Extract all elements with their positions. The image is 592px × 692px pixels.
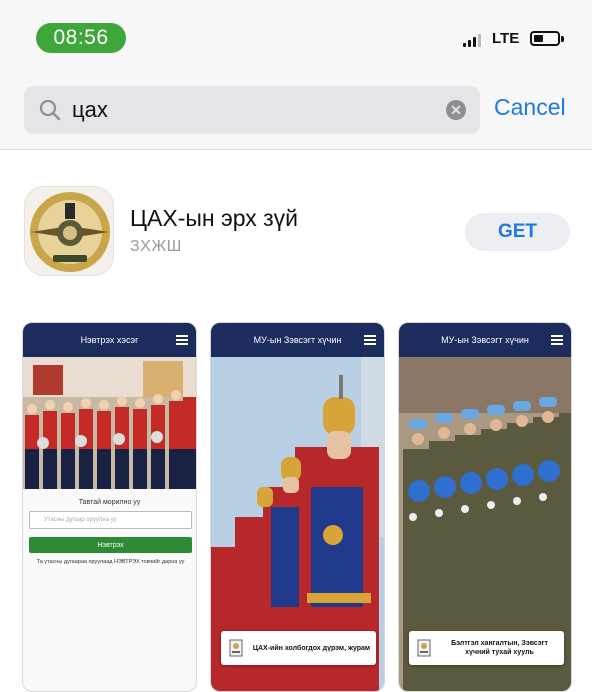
signal-icon	[463, 33, 485, 47]
phone-input: Утасны дугаар оруулна уу	[29, 511, 192, 529]
battery-icon	[530, 31, 560, 46]
clear-icon[interactable]: ✕	[446, 100, 466, 120]
network-type: LTE	[492, 30, 520, 47]
search-query: цах	[72, 97, 108, 122]
app-developer: ЗХЖШ	[130, 238, 182, 255]
get-button[interactable]: GET	[465, 213, 570, 251]
login-note: Та утасны дугаараа оруулаад НЭВТРЭХ товч…	[36, 559, 185, 565]
battery-tip	[561, 36, 564, 42]
app-screenshot-2[interactable]: МУ-ын Зэвсэгт хүчин ЦАХ-ийн холбогдох дү…	[210, 322, 385, 692]
app-name[interactable]: ЦАХ-ын эрх зүй	[130, 205, 298, 232]
app-icon[interactable]	[24, 186, 114, 276]
search-bar-row: цах ✕ Cancel	[0, 72, 592, 150]
search-input[interactable]: цах ✕	[24, 86, 480, 134]
search-icon	[39, 99, 61, 121]
status-time: 08:56	[36, 23, 126, 53]
info-card: ЦАХ-ийн холбогдох дүрэм, журам	[221, 631, 376, 665]
app-screenshot-3[interactable]: МУ-ын Зэвсэгт хүчин Бэлтгэл хангалтын, З…	[398, 322, 572, 692]
screenshot-header: МУ-ын Зэвсэгт хүчин	[211, 323, 384, 357]
card-text: Бэлтгэл хангалтын, Зэвсэгт хүчний тухай …	[451, 640, 548, 656]
card-text: ЦАХ-ийн холбогдох дүрэм, журам	[252, 644, 371, 652]
menu-icon	[551, 335, 563, 345]
screenshot-header: Нэвтрэх хэсэг	[23, 323, 196, 357]
login-button: Нэвтрэх	[29, 537, 192, 553]
menu-icon	[176, 335, 188, 345]
login-caption: Тавтай морилно уу	[78, 499, 141, 506]
screenshot-photo	[23, 357, 196, 489]
document-icon	[417, 639, 431, 657]
status-bar: 08:56 LTE	[0, 0, 592, 72]
document-icon	[229, 639, 243, 657]
screenshot-header: МУ-ын Зэвсэгт хүчин	[399, 323, 571, 357]
app-emblem-icon	[30, 192, 110, 272]
info-card: Бэлтгэл хангалтын, Зэвсэгт хүчний тухай …	[409, 631, 564, 665]
menu-icon	[364, 335, 376, 345]
cancel-button[interactable]: Cancel	[494, 94, 566, 121]
app-screenshot-1[interactable]: Нэвтрэх хэсэг Тавтай морилно уу Утасны д…	[22, 322, 197, 692]
